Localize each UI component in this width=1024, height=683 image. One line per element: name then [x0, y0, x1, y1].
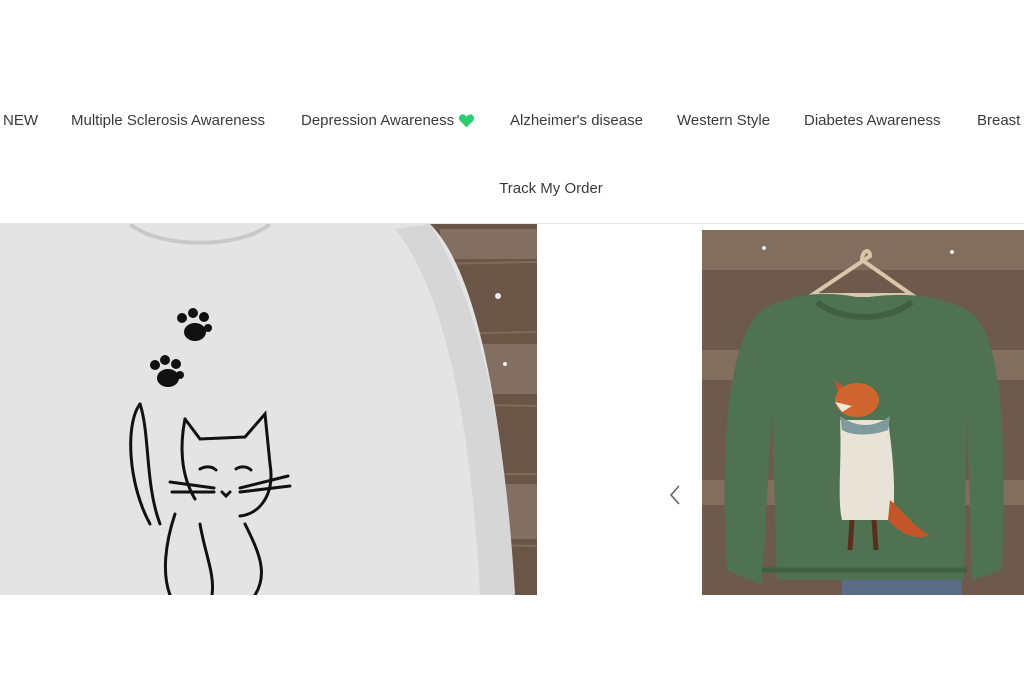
- nav-item-label: Diabetes Awareness: [804, 112, 941, 129]
- product-image-cat-sweatshirt[interactable]: [0, 224, 537, 595]
- nav-item-multiple-sclerosis[interactable]: Multiple Sclerosis Awareness: [71, 112, 265, 129]
- nav-item-label: Depression Awareness: [301, 112, 455, 129]
- nav-item-alzheimers[interactable]: Alzheimer's disease: [510, 112, 643, 129]
- nav-item-label: NEW: [3, 112, 38, 129]
- track-order-link[interactable]: Track My Order: [499, 180, 603, 197]
- green-heart-icon: [459, 114, 475, 128]
- nav-item-label: Multiple Sclerosis Awareness: [71, 112, 265, 129]
- secondary-menu: Track My Order: [0, 180, 1024, 198]
- cat-sweatshirt-illustration: [0, 224, 537, 595]
- fox-sweatshirt-illustration: [702, 230, 1024, 595]
- carousel-prev-button[interactable]: [664, 482, 686, 508]
- nav-item-breast[interactable]: Breast: [977, 112, 1020, 129]
- nav-item-label: Alzheimer's disease: [510, 112, 643, 129]
- top-navigation: NEW Multiple Sclerosis Awareness Depress…: [0, 0, 1024, 224]
- nav-item-depression-awareness[interactable]: Depression Awareness: [301, 112, 475, 129]
- nav-item-new[interactable]: NEW: [3, 112, 38, 129]
- nav-item-western-style[interactable]: Western Style: [677, 112, 770, 129]
- nav-item-diabetes-awareness[interactable]: Diabetes Awareness: [804, 112, 940, 129]
- nav-item-label: Breast: [977, 112, 1021, 129]
- chevron-left-icon: [669, 485, 680, 505]
- product-image-fox-sweatshirt[interactable]: [702, 230, 1024, 595]
- nav-item-label: Western Style: [677, 112, 771, 129]
